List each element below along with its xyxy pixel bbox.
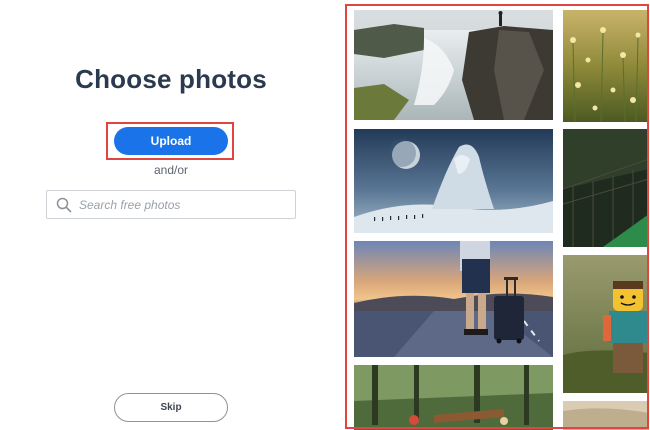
photo-waterfall[interactable]: [354, 10, 553, 120]
photo-traveler[interactable]: [354, 241, 553, 357]
photo-forest-bridge[interactable]: [563, 129, 649, 247]
search-box[interactable]: [46, 190, 296, 219]
app-root: Choose photos Upload and/or Skip: [0, 0, 650, 430]
andor-label: and/or: [153, 163, 189, 177]
choose-photos-panel: Choose photos Upload and/or Skip: [0, 0, 340, 430]
upload-button[interactable]: Upload: [114, 127, 228, 155]
photo-lego-explorer[interactable]: [563, 255, 649, 393]
skip-button[interactable]: Skip: [114, 393, 228, 422]
photo-forest-picnic[interactable]: [354, 365, 553, 430]
photo-wildflowers[interactable]: [563, 10, 649, 122]
search-icon: [55, 196, 73, 214]
photo-fantasy-ice[interactable]: [354, 129, 553, 233]
search-input[interactable]: [79, 197, 279, 212]
photo-partial-bottom[interactable]: [563, 401, 649, 430]
page-title: Choose photos: [75, 64, 267, 94]
